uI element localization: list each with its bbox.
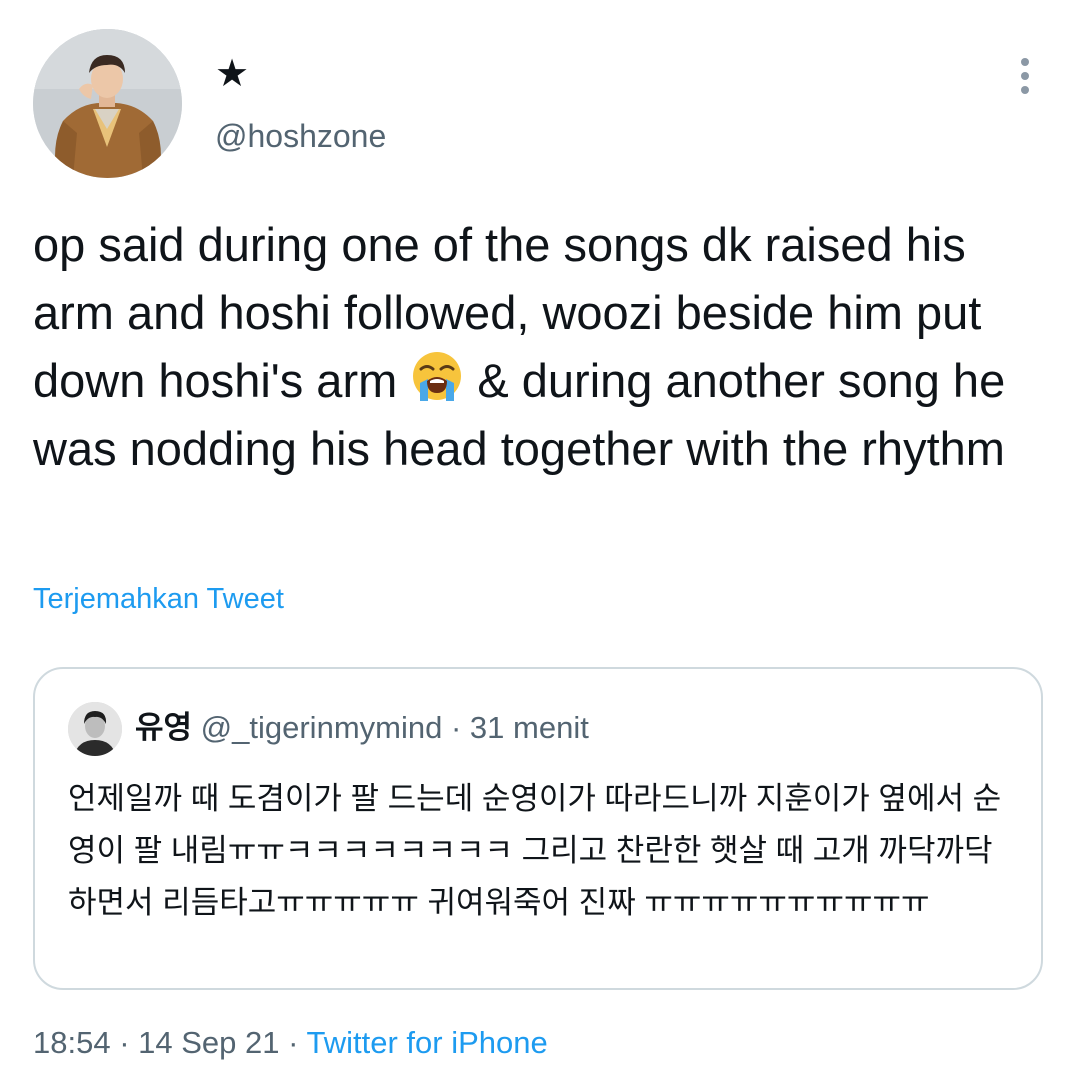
- meta-separator: ·: [279, 1025, 307, 1060]
- tweet-time[interactable]: 18:54: [33, 1025, 111, 1060]
- quoted-author-name[interactable]: 유영: [135, 710, 192, 745]
- tweet: ★ @hoshzone op said during one of the so…: [0, 0, 1080, 1080]
- quoted-tweet-header: 유영 @_tigerinmymind · 31 menit: [135, 708, 589, 748]
- quoted-author-handle[interactable]: @_tigerinmymind: [201, 710, 443, 745]
- tweet-metadata: 18:54 · 14 Sep 21 · Twitter for iPhone: [33, 1021, 548, 1065]
- quoted-author-avatar[interactable]: [68, 702, 122, 756]
- more-icon[interactable]: [1008, 54, 1042, 98]
- quoted-tweet-text: 언제일까 때 도겸이가 팔 드는데 순영이가 따라드니까 지훈이가 옆에서 순영…: [68, 781, 1002, 920]
- author-display-name[interactable]: ★: [215, 52, 249, 96]
- tweet-date[interactable]: 14 Sep 21: [138, 1025, 279, 1060]
- quoted-separator: ·: [450, 710, 462, 745]
- tweet-text: op said during one of the songs dk raise…: [33, 211, 1043, 483]
- quoted-tweet[interactable]: 유영 @_tigerinmymind · 31 menit 언제일까 때 도겸이…: [33, 667, 1043, 990]
- quoted-timestamp[interactable]: 31 menit: [470, 710, 589, 745]
- tweet-source-link[interactable]: Twitter for iPhone: [307, 1025, 548, 1060]
- translate-tweet-link[interactable]: Terjemahkan Tweet: [33, 580, 284, 618]
- author-handle[interactable]: @hoshzone: [215, 116, 386, 156]
- loudly-crying-face-icon: [410, 349, 464, 403]
- author-avatar[interactable]: [33, 29, 182, 178]
- meta-separator: ·: [110, 1025, 139, 1060]
